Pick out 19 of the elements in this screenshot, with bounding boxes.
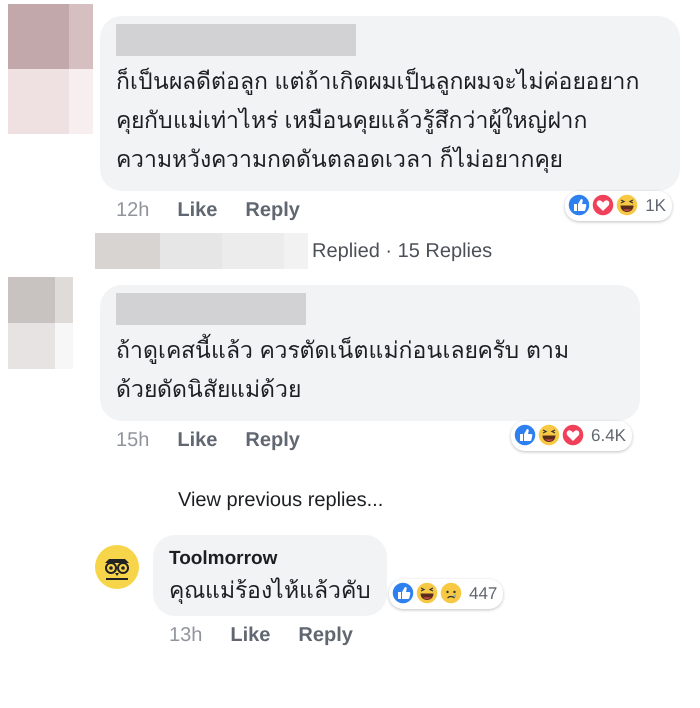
comment-text: ก็เป็นผลดีต่อลูก แต่ถ้าเกิดผมเป็นลูกผมจะไม่ค่อยอยากคุยกับแม่เท่าไหร่ เหมือนคุยแล้วรู้สึกว่าผู้ใหญ่ฝากความหวังความกดดันตลอดเวลา ก็ไม่อยากคุย — [116, 66, 640, 175]
view-previous-replies-link[interactable]: View previous replies... — [178, 485, 384, 515]
timestamp: 13h — [169, 622, 202, 648]
timestamp: 12h — [116, 198, 150, 223]
owl-logo-icon — [95, 545, 139, 589]
timestamp: 15h — [116, 428, 150, 453]
like-link[interactable]: Like — [230, 620, 270, 650]
reply-link[interactable]: Reply — [245, 425, 300, 455]
like-link[interactable]: Like — [177, 425, 218, 455]
commenter-name[interactable]: Toolmorrow — [169, 545, 371, 574]
comment-text: คุณแม่ร้องไห้แล้วคับ — [169, 576, 371, 606]
reply-link[interactable]: Reply — [298, 620, 353, 650]
replies-link[interactable]: Replied · 15 Replies — [312, 236, 492, 266]
like-link[interactable]: Like — [177, 195, 218, 225]
reply-link[interactable]: Reply — [245, 195, 300, 225]
comment-text: ถ้าดูเคสนี้แล้ว ควรตัดเน็ตแม่ก่อนเลยครับ ตามด้วยดัดนิสัยแม่ด้วย — [116, 331, 581, 409]
reactions-summary[interactable]: 1K — [565, 191, 672, 221]
reactions-summary[interactable]: 447 — [389, 579, 504, 609]
reactions-summary[interactable]: 6.4K — [511, 421, 632, 451]
